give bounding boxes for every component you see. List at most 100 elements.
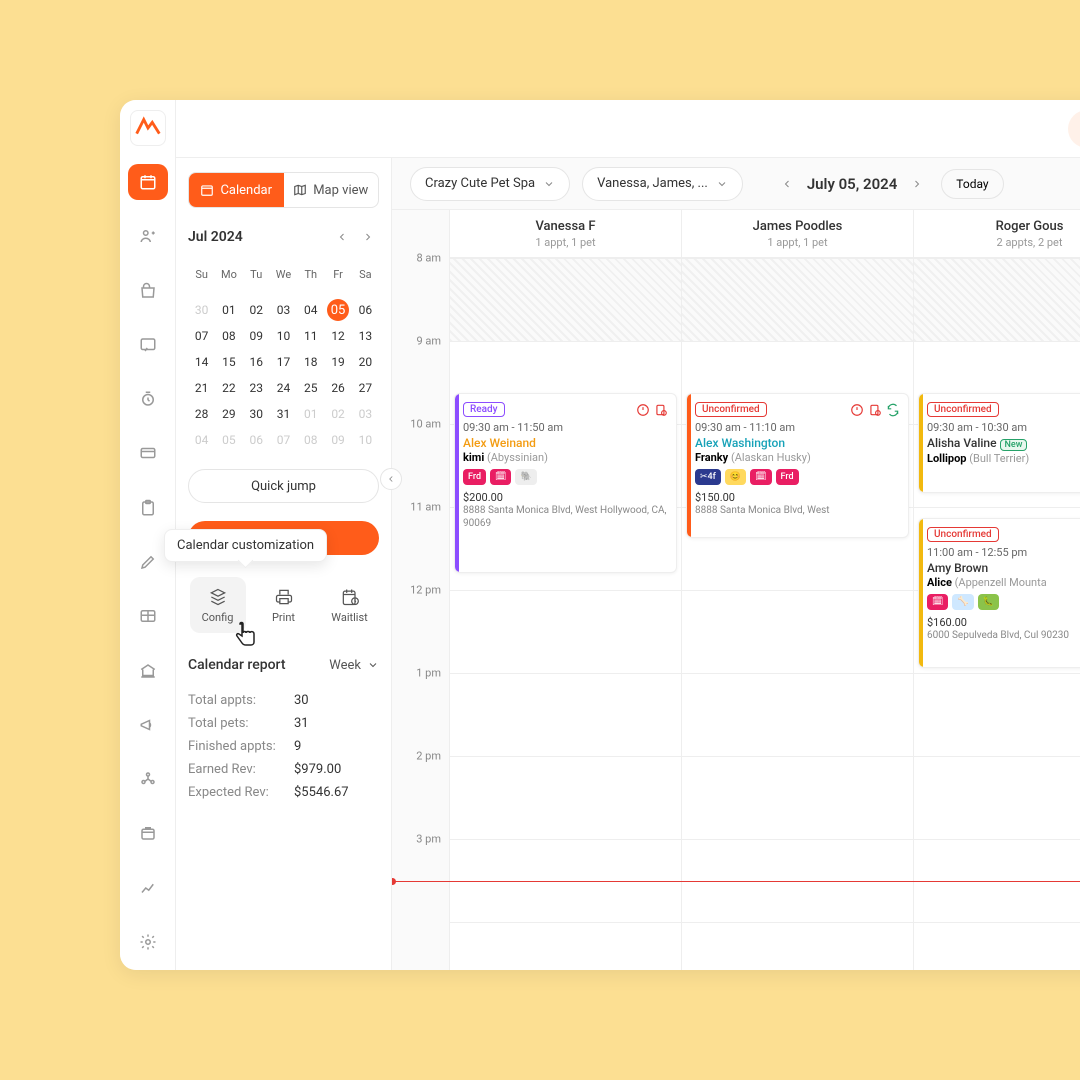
config-tooltip: Calendar customization xyxy=(164,529,327,562)
day-cell[interactable]: 14 xyxy=(188,351,215,373)
day-of-week-header: SuMoTuWeThFrSa xyxy=(188,268,379,281)
staff-column: Roger Gous2 appts, 2 petUnconfirmed09:30… xyxy=(914,210,1080,970)
today-button[interactable]: Today xyxy=(941,169,1003,199)
day-cell[interactable]: 30 xyxy=(243,403,270,425)
day-cell[interactable]: 01 xyxy=(215,299,242,321)
day-cell[interactable]: 07 xyxy=(188,325,215,347)
staff-column: James Poodles1 appt, 1 petUnconfirmed09:… xyxy=(682,210,914,970)
day-cell[interactable]: 11 xyxy=(297,325,324,347)
map-view-label: Map view xyxy=(313,183,368,198)
day-cell[interactable]: 16 xyxy=(243,351,270,373)
report-stats: Total appts:30Total pets:31Finished appt… xyxy=(188,693,379,800)
mini-calendar-month: Jul 2024 xyxy=(188,229,243,245)
day-cell[interactable]: 09 xyxy=(243,325,270,347)
staff-columns: Vanessa F1 appt, 1 petReady09:30 am - 11… xyxy=(450,210,1080,970)
day-cell[interactable]: 19 xyxy=(324,351,351,373)
day-cell[interactable]: 22 xyxy=(215,377,242,399)
day-cell[interactable]: 01 xyxy=(297,403,324,425)
day-cell[interactable]: 06 xyxy=(243,429,270,451)
calendar-view-label: Calendar xyxy=(220,183,272,198)
quick-jump-button[interactable]: Quick jump xyxy=(188,469,379,503)
day-cell[interactable]: 13 xyxy=(352,325,379,347)
top-bar xyxy=(176,100,1080,158)
day-cell[interactable]: 15 xyxy=(215,351,242,373)
prev-day-button[interactable] xyxy=(775,172,799,196)
nav-card-icon[interactable] xyxy=(128,435,168,471)
day-cell[interactable]: 05 xyxy=(327,299,349,321)
report-title: Calendar report xyxy=(188,657,286,673)
nav-bank-icon[interactable] xyxy=(128,652,168,688)
left-sidebar: Calendar Map view Jul 2024 SuMoTuWeThFrS… xyxy=(176,158,392,970)
app-logo xyxy=(130,110,166,146)
mini-calendar-days: 3001020304050607080910111213141516171819… xyxy=(188,299,379,451)
day-cell[interactable]: 09 xyxy=(324,429,351,451)
day-cell[interactable]: 18 xyxy=(297,351,324,373)
nav-clock-icon[interactable] xyxy=(128,381,168,417)
day-cell[interactable]: 08 xyxy=(215,325,242,347)
calendar-main: Crazy Cute Pet Spa Vanessa, James, ... J… xyxy=(392,158,1080,970)
day-cell[interactable]: 30 xyxy=(188,299,215,321)
day-cell[interactable]: 26 xyxy=(324,377,351,399)
staff-select[interactable]: Vanessa, James, ... xyxy=(582,167,743,201)
calendar-grid: 8 am9 am10 am11 am12 pm1 pm2 pm3 pm Vane… xyxy=(392,210,1080,970)
period-select[interactable]: Week xyxy=(329,658,379,673)
nav-chat-icon[interactable] xyxy=(128,327,168,363)
day-cell[interactable]: 17 xyxy=(270,351,297,373)
nav-edit-icon[interactable] xyxy=(128,544,168,580)
date-navigator: July 05, 2024 xyxy=(775,172,929,196)
day-cell[interactable]: 10 xyxy=(270,325,297,347)
day-cell[interactable]: 10 xyxy=(352,429,379,451)
nav-box-icon[interactable] xyxy=(128,815,168,851)
add-button[interactable] xyxy=(1068,110,1080,148)
day-cell[interactable]: 20 xyxy=(352,351,379,373)
nav-shop-icon[interactable] xyxy=(128,273,168,309)
current-date: July 05, 2024 xyxy=(807,175,897,193)
collapse-sidebar-button[interactable] xyxy=(380,468,402,490)
staff-column: Vanessa F1 appt, 1 petReady09:30 am - 11… xyxy=(450,210,682,970)
nav-people-icon[interactable] xyxy=(128,218,168,254)
day-cell[interactable]: 31 xyxy=(270,403,297,425)
day-cell[interactable]: 08 xyxy=(297,429,324,451)
calendar-view-toggle[interactable]: Calendar xyxy=(189,173,284,207)
utility-buttons: Config Print Waitlist xyxy=(188,577,379,633)
waitlist-button[interactable]: Waitlist xyxy=(322,577,378,633)
day-cell[interactable]: 02 xyxy=(243,299,270,321)
next-month-button[interactable] xyxy=(357,226,379,248)
appointment-card[interactable]: Unconfirmed11:00 am - 12:55 pmAmy BrownA… xyxy=(918,518,1080,668)
next-day-button[interactable] xyxy=(905,172,929,196)
prev-month-button[interactable] xyxy=(331,226,353,248)
day-cell[interactable]: 03 xyxy=(352,403,379,425)
day-cell[interactable]: 29 xyxy=(215,403,242,425)
nav-megaphone-icon[interactable] xyxy=(128,707,168,743)
day-cell[interactable]: 24 xyxy=(270,377,297,399)
print-button[interactable]: Print xyxy=(256,577,312,633)
appointment-card[interactable]: Ready09:30 am - 11:50 amAlex Weinandkimi… xyxy=(454,393,677,573)
view-toggle: Calendar Map view xyxy=(188,172,379,208)
day-cell[interactable]: 28 xyxy=(188,403,215,425)
nav-network-icon[interactable] xyxy=(128,761,168,797)
day-cell[interactable]: 25 xyxy=(297,377,324,399)
nav-clipboard-icon[interactable] xyxy=(128,490,168,526)
day-cell[interactable]: 12 xyxy=(324,325,351,347)
appointment-card[interactable]: Unconfirmed09:30 am - 11:10 amAlex Washi… xyxy=(686,393,909,538)
location-select[interactable]: Crazy Cute Pet Spa xyxy=(410,167,570,201)
nav-calendar-icon[interactable] xyxy=(128,164,168,200)
nav-settings-icon[interactable] xyxy=(128,924,168,960)
day-cell[interactable]: 03 xyxy=(270,299,297,321)
nav-grid-icon[interactable] xyxy=(128,598,168,634)
day-cell[interactable]: 05 xyxy=(215,429,242,451)
appointment-card[interactable]: Unconfirmed09:30 am - 10:30 amAlisha Val… xyxy=(918,393,1080,493)
mini-calendar-header: Jul 2024 xyxy=(188,226,379,248)
day-cell[interactable]: 04 xyxy=(188,429,215,451)
report-header: Calendar report Week xyxy=(188,657,379,673)
day-cell[interactable]: 23 xyxy=(243,377,270,399)
map-view-toggle[interactable]: Map view xyxy=(284,173,379,207)
nav-analytics-icon[interactable] xyxy=(128,869,168,905)
time-column: 8 am9 am10 am11 am12 pm1 pm2 pm3 pm xyxy=(392,210,450,970)
day-cell[interactable]: 21 xyxy=(188,377,215,399)
day-cell[interactable]: 27 xyxy=(352,377,379,399)
day-cell[interactable]: 02 xyxy=(324,403,351,425)
day-cell[interactable]: 04 xyxy=(297,299,324,321)
day-cell[interactable]: 07 xyxy=(270,429,297,451)
day-cell[interactable]: 06 xyxy=(352,299,379,321)
